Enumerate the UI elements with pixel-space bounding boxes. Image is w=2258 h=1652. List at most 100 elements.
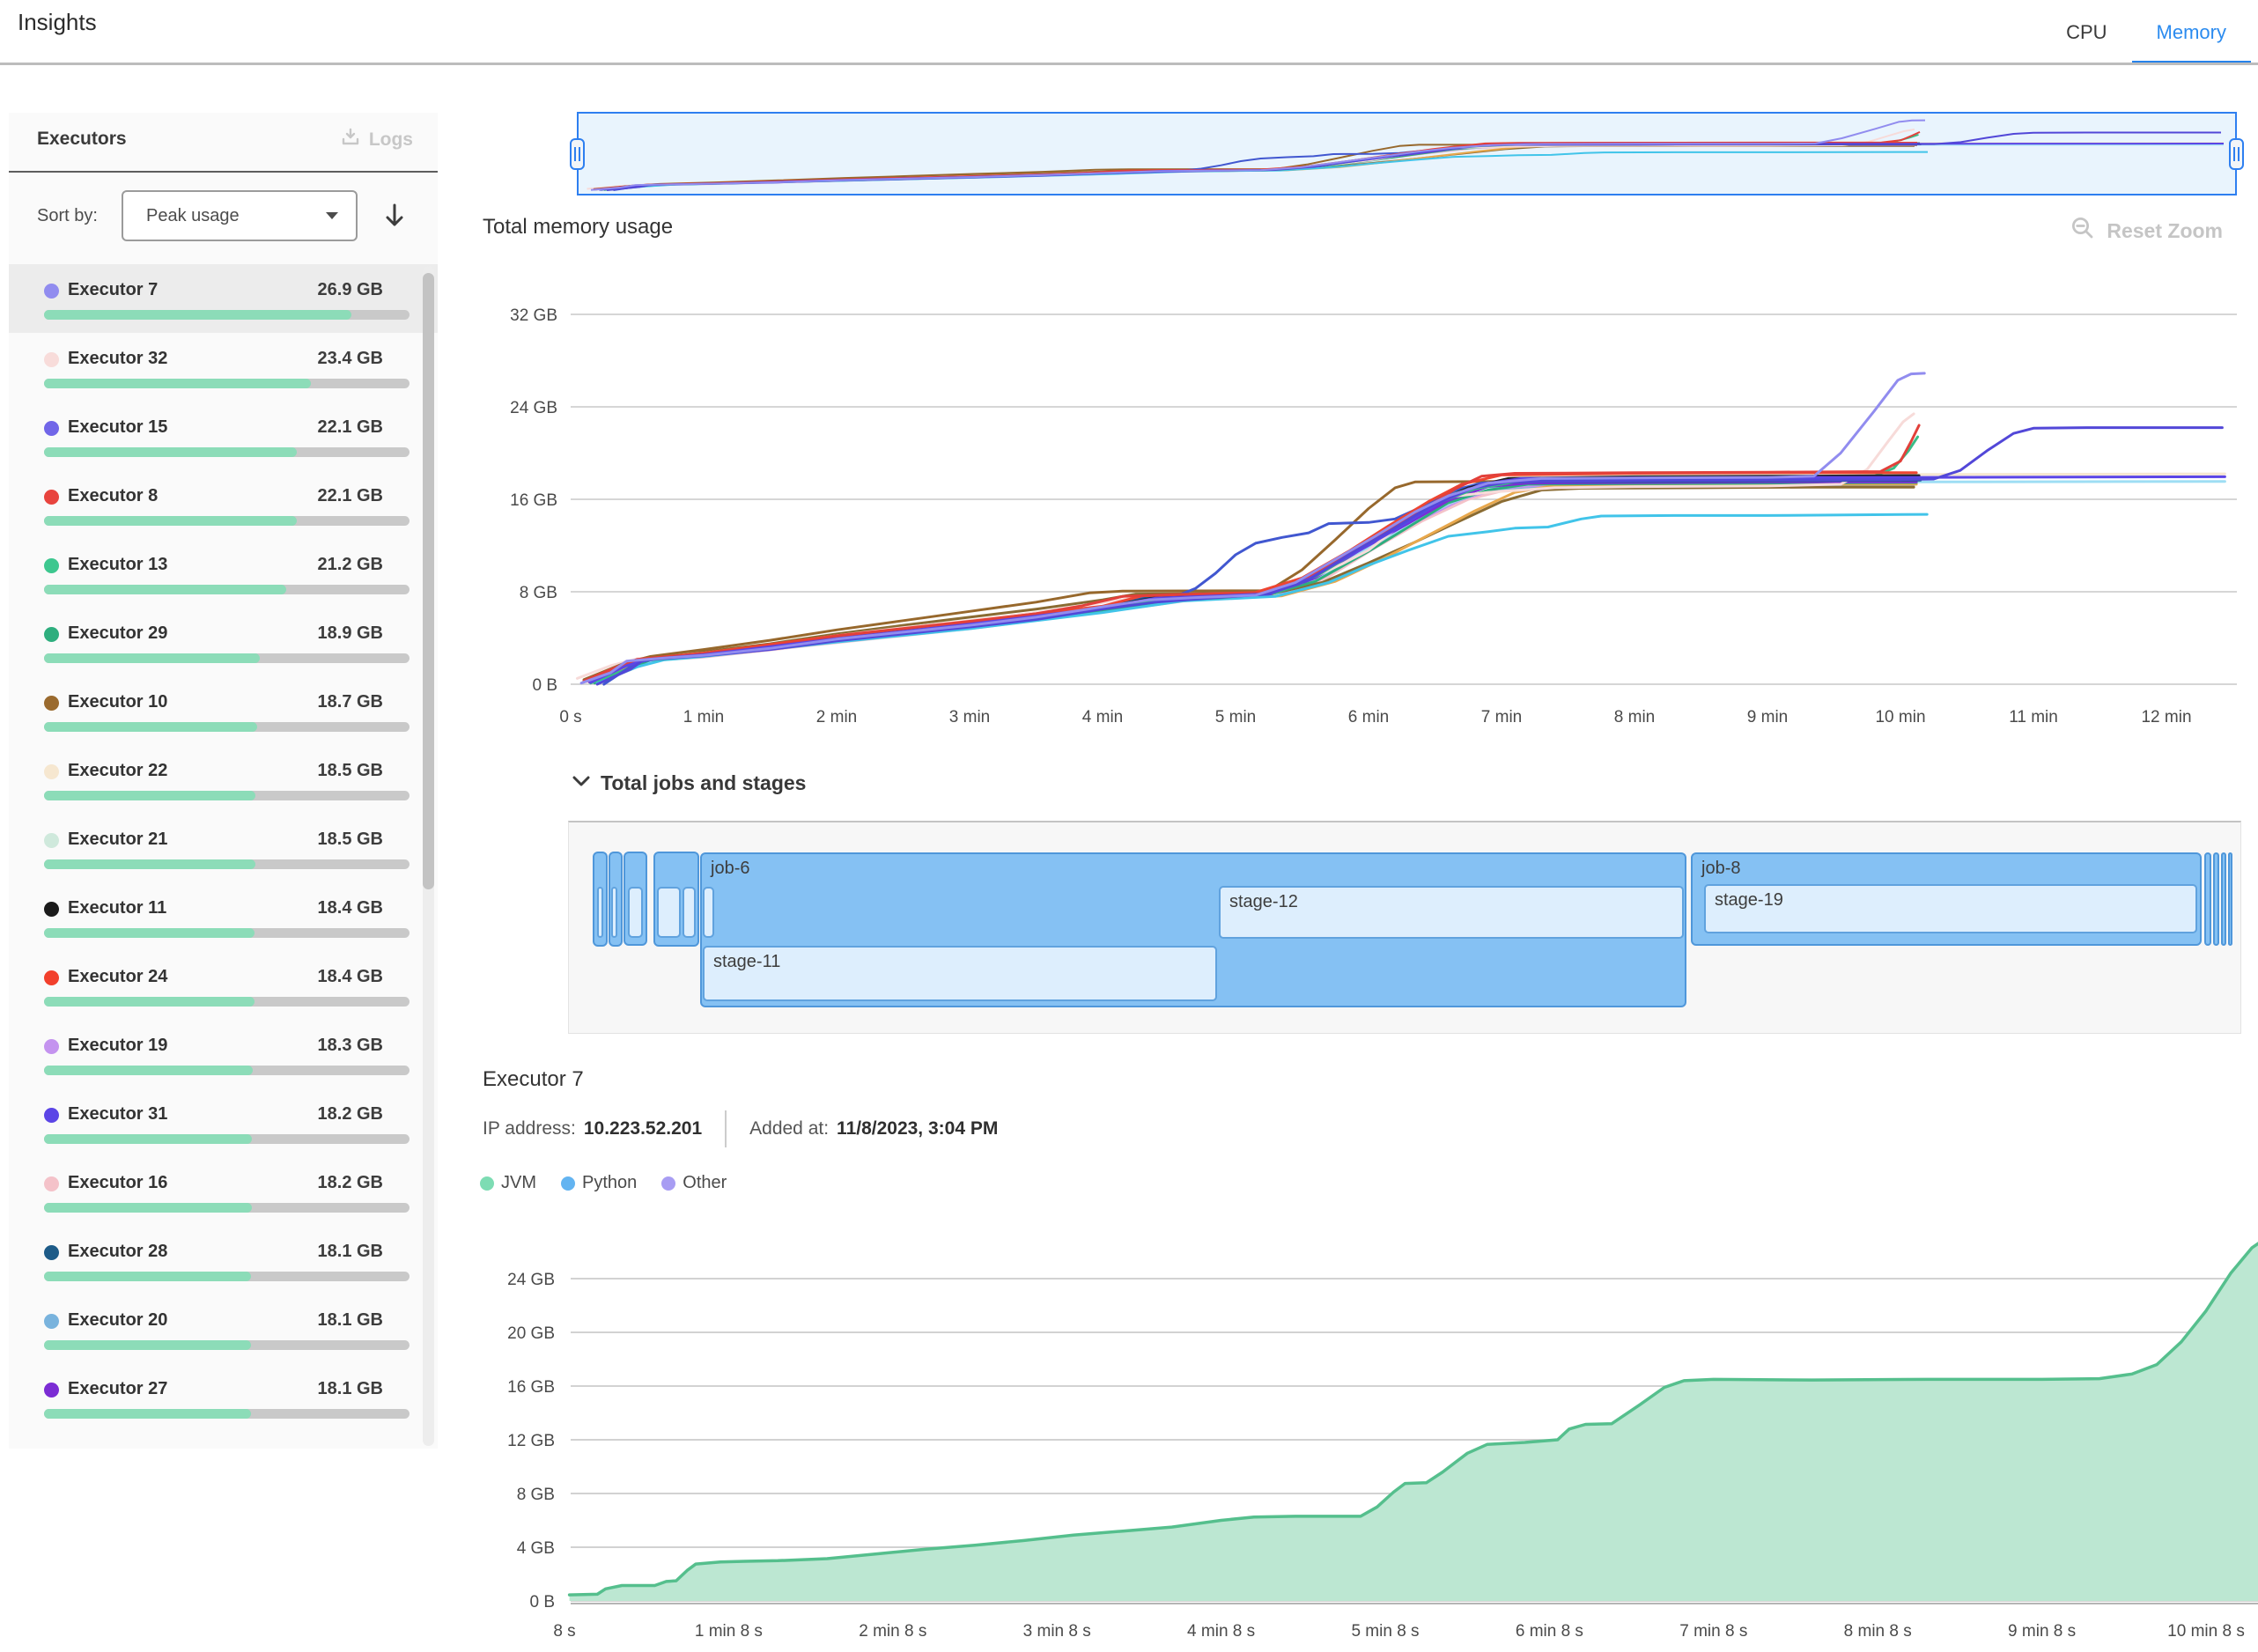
jobs-stages-toggle[interactable]: Total jobs and stages: [571, 771, 806, 795]
svg-text:5 min 8 s: 5 min 8 s: [1351, 1622, 1419, 1641]
usage-bar-fill: [44, 1066, 253, 1075]
executors-header: Executors Logs: [9, 113, 438, 171]
svg-text:20 GB: 20 GB: [507, 1324, 555, 1343]
job-block[interactable]: [2213, 852, 2219, 946]
executor-detail-title: Executor 7: [483, 1067, 584, 1092]
chevron-down-icon: [571, 771, 592, 795]
tab-memory[interactable]: Memory: [2132, 0, 2251, 65]
sort-direction-button[interactable]: [377, 192, 412, 240]
svg-text:3 min: 3 min: [949, 708, 990, 726]
executor-peak-value: 18.5 GB: [318, 761, 383, 781]
usage-bar-track: [44, 859, 410, 869]
executors-title: Executors: [37, 129, 127, 150]
executor-peak-value: 18.4 GB: [318, 898, 383, 918]
executor-name: Executor 22: [68, 761, 167, 781]
executor-row[interactable]: Executor 1118.4 GB: [9, 882, 438, 951]
svg-text:7 min 8 s: 7 min 8 s: [1679, 1622, 1747, 1641]
executor-peak-value: 18.2 GB: [318, 1173, 383, 1193]
executor-color-dot: [44, 1176, 59, 1191]
added-at-label: Added at:: [749, 1118, 829, 1139]
svg-text:8 s: 8 s: [553, 1622, 575, 1641]
executor-row[interactable]: Executor 2118.5 GB: [9, 814, 438, 882]
added-at-value: 11/8/2023, 3:04 PM: [837, 1118, 998, 1139]
tab-cpu[interactable]: CPU: [2041, 0, 2131, 65]
svg-text:0 s: 0 s: [559, 708, 581, 726]
brush-mini-chart: [579, 114, 2235, 194]
download-icon: [340, 127, 361, 153]
stage-label: stage-11: [713, 952, 780, 972]
stage-block-stage-11[interactable]: stage-11: [703, 946, 1217, 1001]
svg-text:0 B: 0 B: [529, 1593, 555, 1611]
executor-color-dot: [44, 1108, 59, 1123]
zoom-brush[interactable]: [577, 112, 2237, 195]
executor-name: Executor 24: [68, 967, 167, 987]
executor-name: Executor 21: [68, 830, 167, 850]
jobs-stages-title: Total jobs and stages: [601, 771, 806, 795]
svg-text:24 GB: 24 GB: [507, 1271, 555, 1289]
job-block[interactable]: [2228, 852, 2232, 946]
legend-item-jvm: JVM: [480, 1173, 536, 1193]
zoom-out-icon: [2070, 215, 2096, 247]
stage-block[interactable]: [683, 887, 696, 938]
legend-item-other: Other: [661, 1173, 727, 1193]
svg-text:6 min 8 s: 6 min 8 s: [1516, 1622, 1583, 1641]
jvm-dot: [480, 1176, 494, 1191]
executor-peak-value: 18.3 GB: [318, 1036, 383, 1056]
stage-block-stage-12[interactable]: stage-12: [1219, 886, 1684, 939]
executor-peak-value: 18.2 GB: [318, 1104, 383, 1125]
python-dot: [561, 1176, 575, 1191]
reset-zoom-label: Reset Zoom: [2107, 219, 2223, 243]
executor-detail-meta: IP address: 10.223.52.201 Added at: 11/8…: [483, 1108, 998, 1150]
svg-text:1 min 8 s: 1 min 8 s: [695, 1622, 763, 1641]
executor-row[interactable]: Executor 3118.2 GB: [9, 1088, 438, 1157]
svg-text:32 GB: 32 GB: [510, 306, 557, 325]
job-block[interactable]: [2221, 852, 2226, 946]
sort-by-label: Sort by:: [37, 206, 98, 226]
executor-color-dot: [44, 764, 59, 779]
svg-text:8 min: 8 min: [1614, 708, 1655, 726]
svg-text:2 min 8 s: 2 min 8 s: [859, 1622, 926, 1641]
brush-handle-left[interactable]: [570, 138, 585, 170]
stage-block-stage-19[interactable]: stage-19: [1704, 884, 2197, 933]
stage-label: stage-12: [1229, 892, 1298, 912]
executor-row[interactable]: Executor 2418.4 GB: [9, 951, 438, 1020]
svg-text:4 min 8 s: 4 min 8 s: [1187, 1622, 1255, 1641]
logs-label: Logs: [369, 129, 413, 151]
sort-select-value: Peak usage: [146, 206, 240, 226]
page-title: Insights: [18, 9, 97, 36]
logs-button[interactable]: Logs: [340, 127, 413, 153]
meta-separator: [725, 1110, 727, 1147]
svg-text:0 B: 0 B: [532, 676, 557, 695]
stage-block[interactable]: [611, 887, 617, 938]
svg-text:3 min 8 s: 3 min 8 s: [1023, 1622, 1091, 1641]
executor-row[interactable]: Executor 22 18.5 GB: [9, 745, 438, 814]
stage-block[interactable]: [628, 887, 643, 938]
svg-text:24 GB: 24 GB: [510, 399, 557, 417]
stage-block[interactable]: [597, 887, 603, 938]
usage-bar-track: [44, 1203, 410, 1213]
svg-text:8 GB: 8 GB: [520, 584, 557, 602]
svg-text:9 min 8 s: 9 min 8 s: [2008, 1622, 2076, 1641]
brush-handle-right[interactable]: [2229, 138, 2244, 170]
usage-bar-track: [44, 928, 410, 938]
svg-text:8 min 8 s: 8 min 8 s: [1844, 1622, 1912, 1641]
reset-zoom-button[interactable]: Reset Zoom: [2070, 215, 2223, 247]
svg-text:7 min: 7 min: [1481, 708, 1522, 726]
chevron-down-icon: [324, 206, 340, 226]
executor-row[interactable]: Executor 1618.2 GB: [9, 1157, 438, 1226]
svg-text:16 GB: 16 GB: [510, 491, 557, 510]
svg-text:4 min: 4 min: [1082, 708, 1123, 726]
svg-text:1 min: 1 min: [683, 708, 724, 726]
svg-text:11 min: 11 min: [2009, 708, 2058, 726]
stage-block[interactable]: [657, 887, 681, 938]
stage-block[interactable]: [703, 887, 714, 938]
executor-row[interactable]: Executor 1918.3 GB: [9, 1020, 438, 1088]
usage-bar-fill: [44, 1203, 252, 1213]
usage-bar-track: [44, 997, 410, 1007]
svg-text:10 min: 10 min: [1875, 708, 1925, 726]
legend-item-python: Python: [561, 1173, 637, 1193]
svg-text:4 GB: 4 GB: [517, 1539, 555, 1558]
executor-color-dot: [44, 1039, 59, 1054]
job-block[interactable]: [2204, 852, 2211, 946]
sort-select[interactable]: Peak usage: [122, 190, 358, 241]
